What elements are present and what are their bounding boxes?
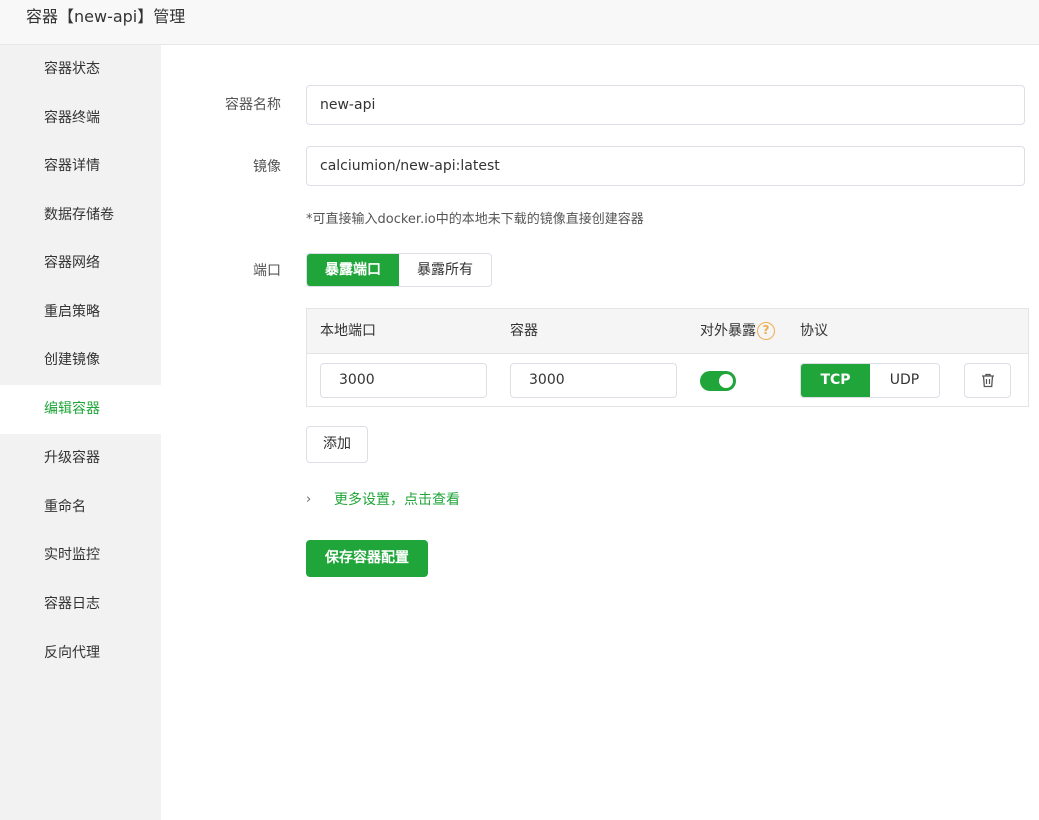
col-container-port: 容器 (510, 323, 538, 339)
sidebar: 容器状态 容器终端 容器详情 数据存储卷 容器网络 重启策略 创建镜像 编辑容器… (0, 45, 161, 820)
sidebar-item-container-terminal[interactable]: 容器终端 (0, 94, 161, 143)
more-settings-label: 更多设置，点击查看 (334, 492, 460, 508)
page-header: 容器【new-api】管理 (0, 0, 1039, 45)
port-label: 端口 (253, 263, 281, 279)
col-protocol: 协议 (800, 323, 828, 339)
expose-toggle[interactable] (700, 371, 736, 391)
name-label: 容器名称 (225, 97, 281, 113)
sidebar-item-monitor[interactable]: 实时监控 (0, 531, 161, 580)
sidebar-item-volumes[interactable]: 数据存储卷 (0, 191, 161, 240)
sidebar-item-logs[interactable]: 容器日志 (0, 580, 161, 629)
delete-port-button[interactable] (964, 363, 1011, 398)
col-local-port: 本地端口 (320, 323, 376, 339)
sidebar-item-container-status[interactable]: 容器状态 (0, 45, 161, 94)
ports-table: 本地端口 容器 对外暴露? 协议 3000 3000 TCP UDP (306, 308, 1029, 407)
container-port-input[interactable]: 3000 (510, 363, 677, 398)
sidebar-item-reverse-proxy[interactable]: 反向代理 (0, 629, 161, 678)
page-title: 容器【new-api】管理 (26, 7, 186, 26)
trash-icon (981, 373, 994, 388)
sidebar-item-rename[interactable]: 重命名 (0, 483, 161, 532)
sidebar-item-container-details[interactable]: 容器详情 (0, 142, 161, 191)
image-hint: *可直接输入docker.io中的本地未下载的镜像直接创建容器 (306, 212, 644, 227)
expose-ports-option[interactable]: 暴露端口 (307, 254, 399, 286)
col-expose: 对外暴露? (700, 309, 775, 353)
sidebar-item-network[interactable]: 容器网络 (0, 239, 161, 288)
add-port-button[interactable]: 添加 (306, 426, 368, 463)
tcp-option[interactable]: TCP (801, 364, 870, 397)
more-settings-toggle[interactable]: › 更多设置，点击查看 (306, 489, 460, 509)
sidebar-item-create-image[interactable]: 创建镜像 (0, 336, 161, 385)
sidebar-item-restart-policy[interactable]: 重启策略 (0, 288, 161, 337)
protocol-segment: TCP UDP (800, 363, 940, 398)
toggle-knob (719, 374, 733, 388)
port-mode-segment: 暴露端口 暴露所有 (306, 253, 492, 287)
main-content: 容器名称 new-api 镜像 calciumion/new-api:lates… (161, 45, 1039, 820)
local-port-input[interactable]: 3000 (320, 363, 487, 398)
save-container-config-button[interactable]: 保存容器配置 (306, 540, 428, 577)
sidebar-item-upgrade[interactable]: 升级容器 (0, 434, 161, 483)
chevron-right-icon: › (306, 491, 312, 507)
sidebar-item-edit-container[interactable]: 编辑容器 (0, 385, 161, 434)
expose-all-option[interactable]: 暴露所有 (399, 254, 491, 286)
container-name-input[interactable]: new-api (306, 85, 1025, 125)
help-icon[interactable]: ? (757, 322, 775, 340)
image-input[interactable]: calciumion/new-api:latest (306, 146, 1025, 186)
udp-option[interactable]: UDP (870, 364, 939, 397)
ports-table-header: 本地端口 容器 对外暴露? 协议 (307, 309, 1028, 354)
image-label: 镜像 (253, 159, 281, 175)
col-expose-label: 对外暴露 (700, 323, 756, 339)
